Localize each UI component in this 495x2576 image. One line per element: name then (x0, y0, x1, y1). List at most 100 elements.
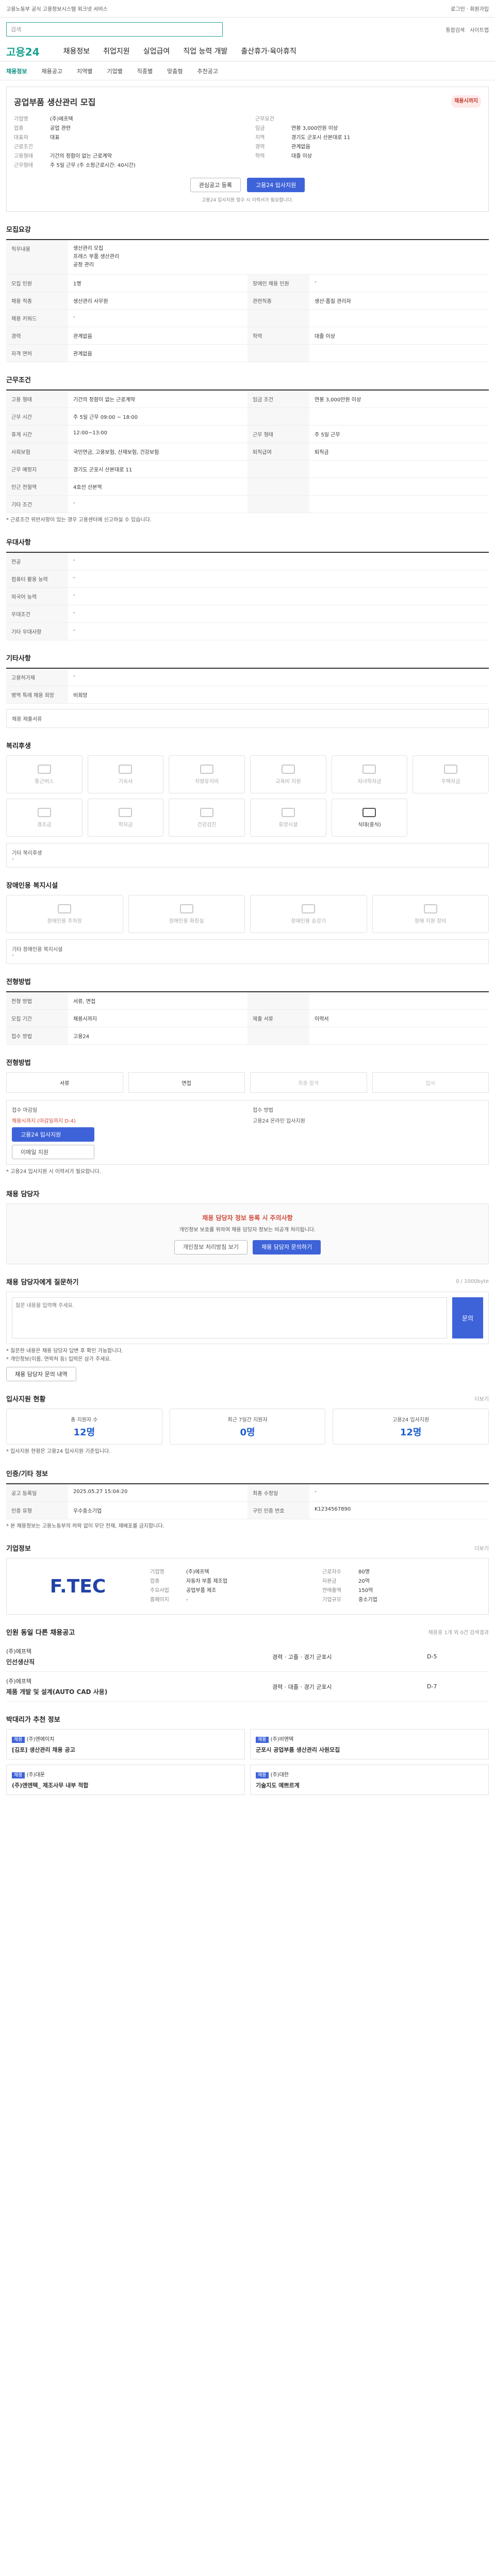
subnav-item-6[interactable]: 추천공고 (197, 67, 218, 75)
facility-label: 장애인용 주차장 (47, 918, 82, 924)
subnav-item-2[interactable]: 지역별 (77, 67, 92, 75)
company-jobs-section: 인원 동일 다른 채용공고 채용중 1개 외 0건 검색결과 (주)에프텍 인선생… (6, 1627, 489, 1702)
table-label: 구인 인증 번호 (248, 1502, 309, 1519)
welfare-icon (37, 764, 51, 774)
recommend-grid: 채용 (주)엔에이치 [김포] 생산관리 채용 공고 채용 (주)비엔텍 군포시 공업부품… (6, 1729, 489, 1795)
facility-card: 장애 지원 장비 (372, 895, 489, 933)
table-label (248, 345, 309, 362)
login-link[interactable]: 로그인 · 회원가입 (451, 5, 489, 12)
table-value: 12:00~13:00 (73, 430, 108, 436)
table-value: 기간의 정함이 없는 근로계약 (73, 397, 135, 403)
table-value: - (73, 610, 75, 616)
table-value: - (73, 673, 75, 679)
info-table: 공고 등록일 2025.05.27 15:04:20 최종 수정일 - 인증 유형 우수중… (6, 1483, 489, 1519)
link-sitemap[interactable]: 사이트맵 (470, 26, 489, 33)
contact-manager-button[interactable]: 채용 담당자 문의하기 (253, 1240, 321, 1255)
apply-button-2[interactable]: 고용24 입사지원 (12, 1127, 94, 1142)
send-question-button[interactable]: 문의 (452, 1297, 483, 1338)
company-info-grid: 기업명 (주)에프텍 업종 자동차 부품 제조업 주요사업 공업부품 제조 홈페이지 - 근로… (150, 1568, 479, 1605)
recommend-card[interactable]: 채용 (주)엔에이치 [김포] 생산관리 채용 공고 (6, 1729, 245, 1759)
recommend-card[interactable]: 채용 (주)비엔텍 군포시 공업부품 생산관리 사원모집 (250, 1729, 489, 1759)
privacy-button[interactable]: 개인정보 처리방침 보기 (174, 1240, 248, 1255)
favorite-button[interactable]: 관심공고 등록 (190, 178, 241, 192)
recommend-title: [김포] 생산관리 채용 공고 (12, 1747, 75, 1753)
welfare-card: 식대(중식) (331, 799, 408, 837)
stat-label: 총 지원자 수 (71, 1417, 98, 1423)
nav-item-training[interactable]: 직업 능력 개발 (183, 46, 227, 56)
welfare-icon (281, 764, 295, 774)
nav-item-leave[interactable]: 출산휴가·육아휴직 (241, 46, 296, 56)
info-label: 주요사업 (150, 1588, 169, 1594)
link-unified-search[interactable]: 통합검색 (446, 26, 465, 33)
qa-more-wrap: 채용 담당자 문의 내역 (6, 1367, 489, 1381)
table-row: 기타 우대사항 - (6, 623, 489, 640)
job-summary-right: 근무요건 임금 연봉 3,000만원 이상 지역 경기도 군포시 산본대로 11 경력 관계… (255, 115, 481, 171)
table-row: 채용 직종 생산관리 사무원 관련직종 생산·품질 관리자 (6, 292, 489, 310)
recommend-tag: 채용 (12, 1772, 25, 1778)
info-value: (주)에프텍 (186, 1569, 209, 1575)
table-label: 컴퓨터 활용 능력 (6, 570, 68, 587)
question-input[interactable] (12, 1297, 447, 1338)
apply-right: 접수 방법 고용24 온라인 입사지원 (253, 1106, 483, 1159)
job-name: (주)에프텍 제품 개발 및 설계(AUTO CAD 사용) (6, 1677, 272, 1696)
qa-history-button[interactable]: 채용 담당자 문의 내역 (6, 1367, 76, 1381)
welfare-card: 학자금 (87, 799, 164, 837)
special-title-text: 우대사항 (6, 539, 31, 547)
search-input[interactable]: 검색 (6, 22, 223, 37)
recommend-card[interactable]: 채용 (주)대한 기술지도 예쁘르계 (250, 1765, 489, 1795)
manager-warn-title: 채용 담당자 정보 등록 시 주의사항 (202, 1214, 293, 1222)
info-value: 기간의 정함이 없는 근로계약 (50, 154, 112, 159)
welfare-card: 교육비 지원 (250, 755, 326, 793)
stat-value: 12명 (400, 1427, 422, 1438)
welfare-icon (444, 764, 458, 774)
logo[interactable]: 고용24 (6, 44, 40, 59)
etc-extra: 채용 제출서류 (6, 709, 489, 728)
stat-card: 최근 7일간 지원자 0명 (169, 1409, 326, 1445)
table-label: 채용 키워드 (6, 310, 68, 327)
table-value: - (73, 500, 75, 506)
info-value: 대졸 이상 (291, 154, 312, 159)
manager-section: 채용 담당자 채용 담당자 정보 등록 시 주의사항 개인정보 보호를 위하여 … (6, 1189, 489, 1264)
etc-title-text: 기타사항 (6, 655, 31, 663)
subnav-item-3[interactable]: 기업별 (107, 67, 122, 75)
nav-item-support[interactable]: 취업지원 (103, 46, 130, 56)
subnav-item-5[interactable]: 맞춤형 (167, 67, 183, 75)
welfare-etc-title: 기타 복리후생 (12, 851, 42, 856)
subnav-item-0[interactable]: 채용정보 (6, 67, 27, 75)
welfare-card: 기숙사 (87, 755, 164, 793)
info-label: 근로조건 (14, 144, 33, 150)
nav-item-unemployment[interactable]: 실업급여 (143, 46, 170, 56)
welfare-card: 통근버스 (6, 755, 82, 793)
table-label (248, 496, 309, 513)
table-value: - (73, 575, 75, 581)
table-label: 근무 예정지 (6, 461, 68, 478)
company-more-link[interactable]: 더보기 (474, 1544, 489, 1552)
duty-list: 생산관리 모집 프레스 부품 생산관리 공정 관리 (68, 240, 489, 274)
job-date: D-5 (427, 1653, 437, 1660)
info-memo: * 본 채용정보는 고용노동부의 허락 없이 무단 전재, 재배포를 금지합니다… (6, 1523, 164, 1529)
info-value: (주)에프텍 (50, 116, 73, 122)
job-meta: 경력 · 고졸 · 경기 군포시 (272, 1653, 332, 1660)
company-jobs-link[interactable]: 채용중 1개 외 0건 검색결과 (428, 1628, 489, 1636)
list-item[interactable]: (주)에프텍 제품 개발 및 설계(AUTO CAD 사용) 경력 · 대졸 · 경… (6, 1672, 489, 1702)
recommend-title: 기술지도 예쁘르계 (256, 1782, 300, 1789)
email-apply-button[interactable]: 이메일 지원 (12, 1145, 94, 1159)
recruit-section: 모집요강 직무내용 생산관리 모집 프레스 부품 생산관리 공정 관리 모집 인… (6, 224, 489, 362)
company-info-left: 기업명 (주)에프텍 업종 자동차 부품 제조업 주요사업 공업부품 제조 홈페이지 - (150, 1568, 307, 1605)
stats-more-link[interactable]: 더보기 (474, 1395, 489, 1402)
welfare-title-text: 복리후생 (6, 742, 31, 750)
nav-item-jobs[interactable]: 채용정보 (63, 46, 90, 56)
info-row: 학력 대졸 이상 (255, 152, 481, 161)
info-row: 지역 경기도 군포시 산본대로 11 (255, 133, 481, 143)
table-label: 휴게 시간 (6, 426, 68, 443)
table-value: 대졸 이상 (315, 334, 335, 340)
etc-table: 고용허가제 - 병역 특례 채용 희망 비희망 (6, 668, 489, 704)
apply-button[interactable]: 고용24 입사지원 (247, 178, 305, 192)
subnav-item-1[interactable]: 채용공고 (41, 67, 62, 75)
subnav-item-4[interactable]: 직종별 (137, 67, 153, 75)
recommend-card[interactable]: 채용 (주)대운 (주)엔엔텍_ 제조사무 내부 적합 (6, 1765, 245, 1795)
list-item[interactable]: (주)에프텍 인선생산직 경력 · 고졸 · 경기 군포시 D-5 (6, 1642, 489, 1672)
table-value: - (315, 279, 317, 285)
info-title-text: 인증/기타 정보 (6, 1470, 48, 1478)
apply-buttons: 고용24 입사지원 이메일 지원 (12, 1127, 94, 1159)
